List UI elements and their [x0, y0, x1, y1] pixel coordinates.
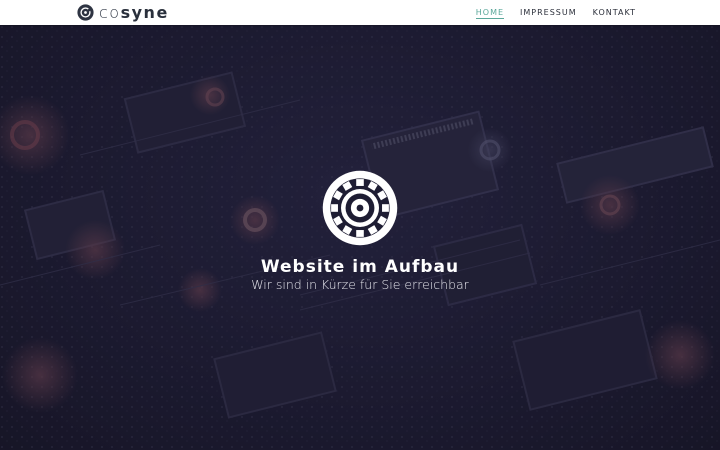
- nav-item-kontakt[interactable]: KONTAKT: [593, 0, 636, 25]
- nav-item-home[interactable]: HOME: [475, 0, 505, 25]
- site-header: cosyne HOME IMPRESSUM KONTAKT: [0, 0, 720, 25]
- nav-item-impressum[interactable]: IMPRESSUM: [520, 0, 577, 25]
- hero-title: Website im Aufbau: [260, 257, 460, 277]
- logo-text-bold: syne: [120, 3, 169, 22]
- main-nav: HOME IMPRESSUM KONTAKT: [460, 0, 636, 25]
- logo-text-light: co: [99, 3, 121, 22]
- cosyne-logo-icon: [77, 4, 94, 21]
- hero-section: Website im Aufbau Wir sind in Kürze für …: [0, 25, 720, 450]
- logo-wordmark: cosyne: [99, 3, 169, 22]
- site-logo[interactable]: cosyne: [77, 3, 169, 22]
- hero-subtitle: Wir sind in Kürze für Sie erreichbar: [251, 277, 469, 292]
- circuit-gear-emblem-icon: [322, 170, 398, 246]
